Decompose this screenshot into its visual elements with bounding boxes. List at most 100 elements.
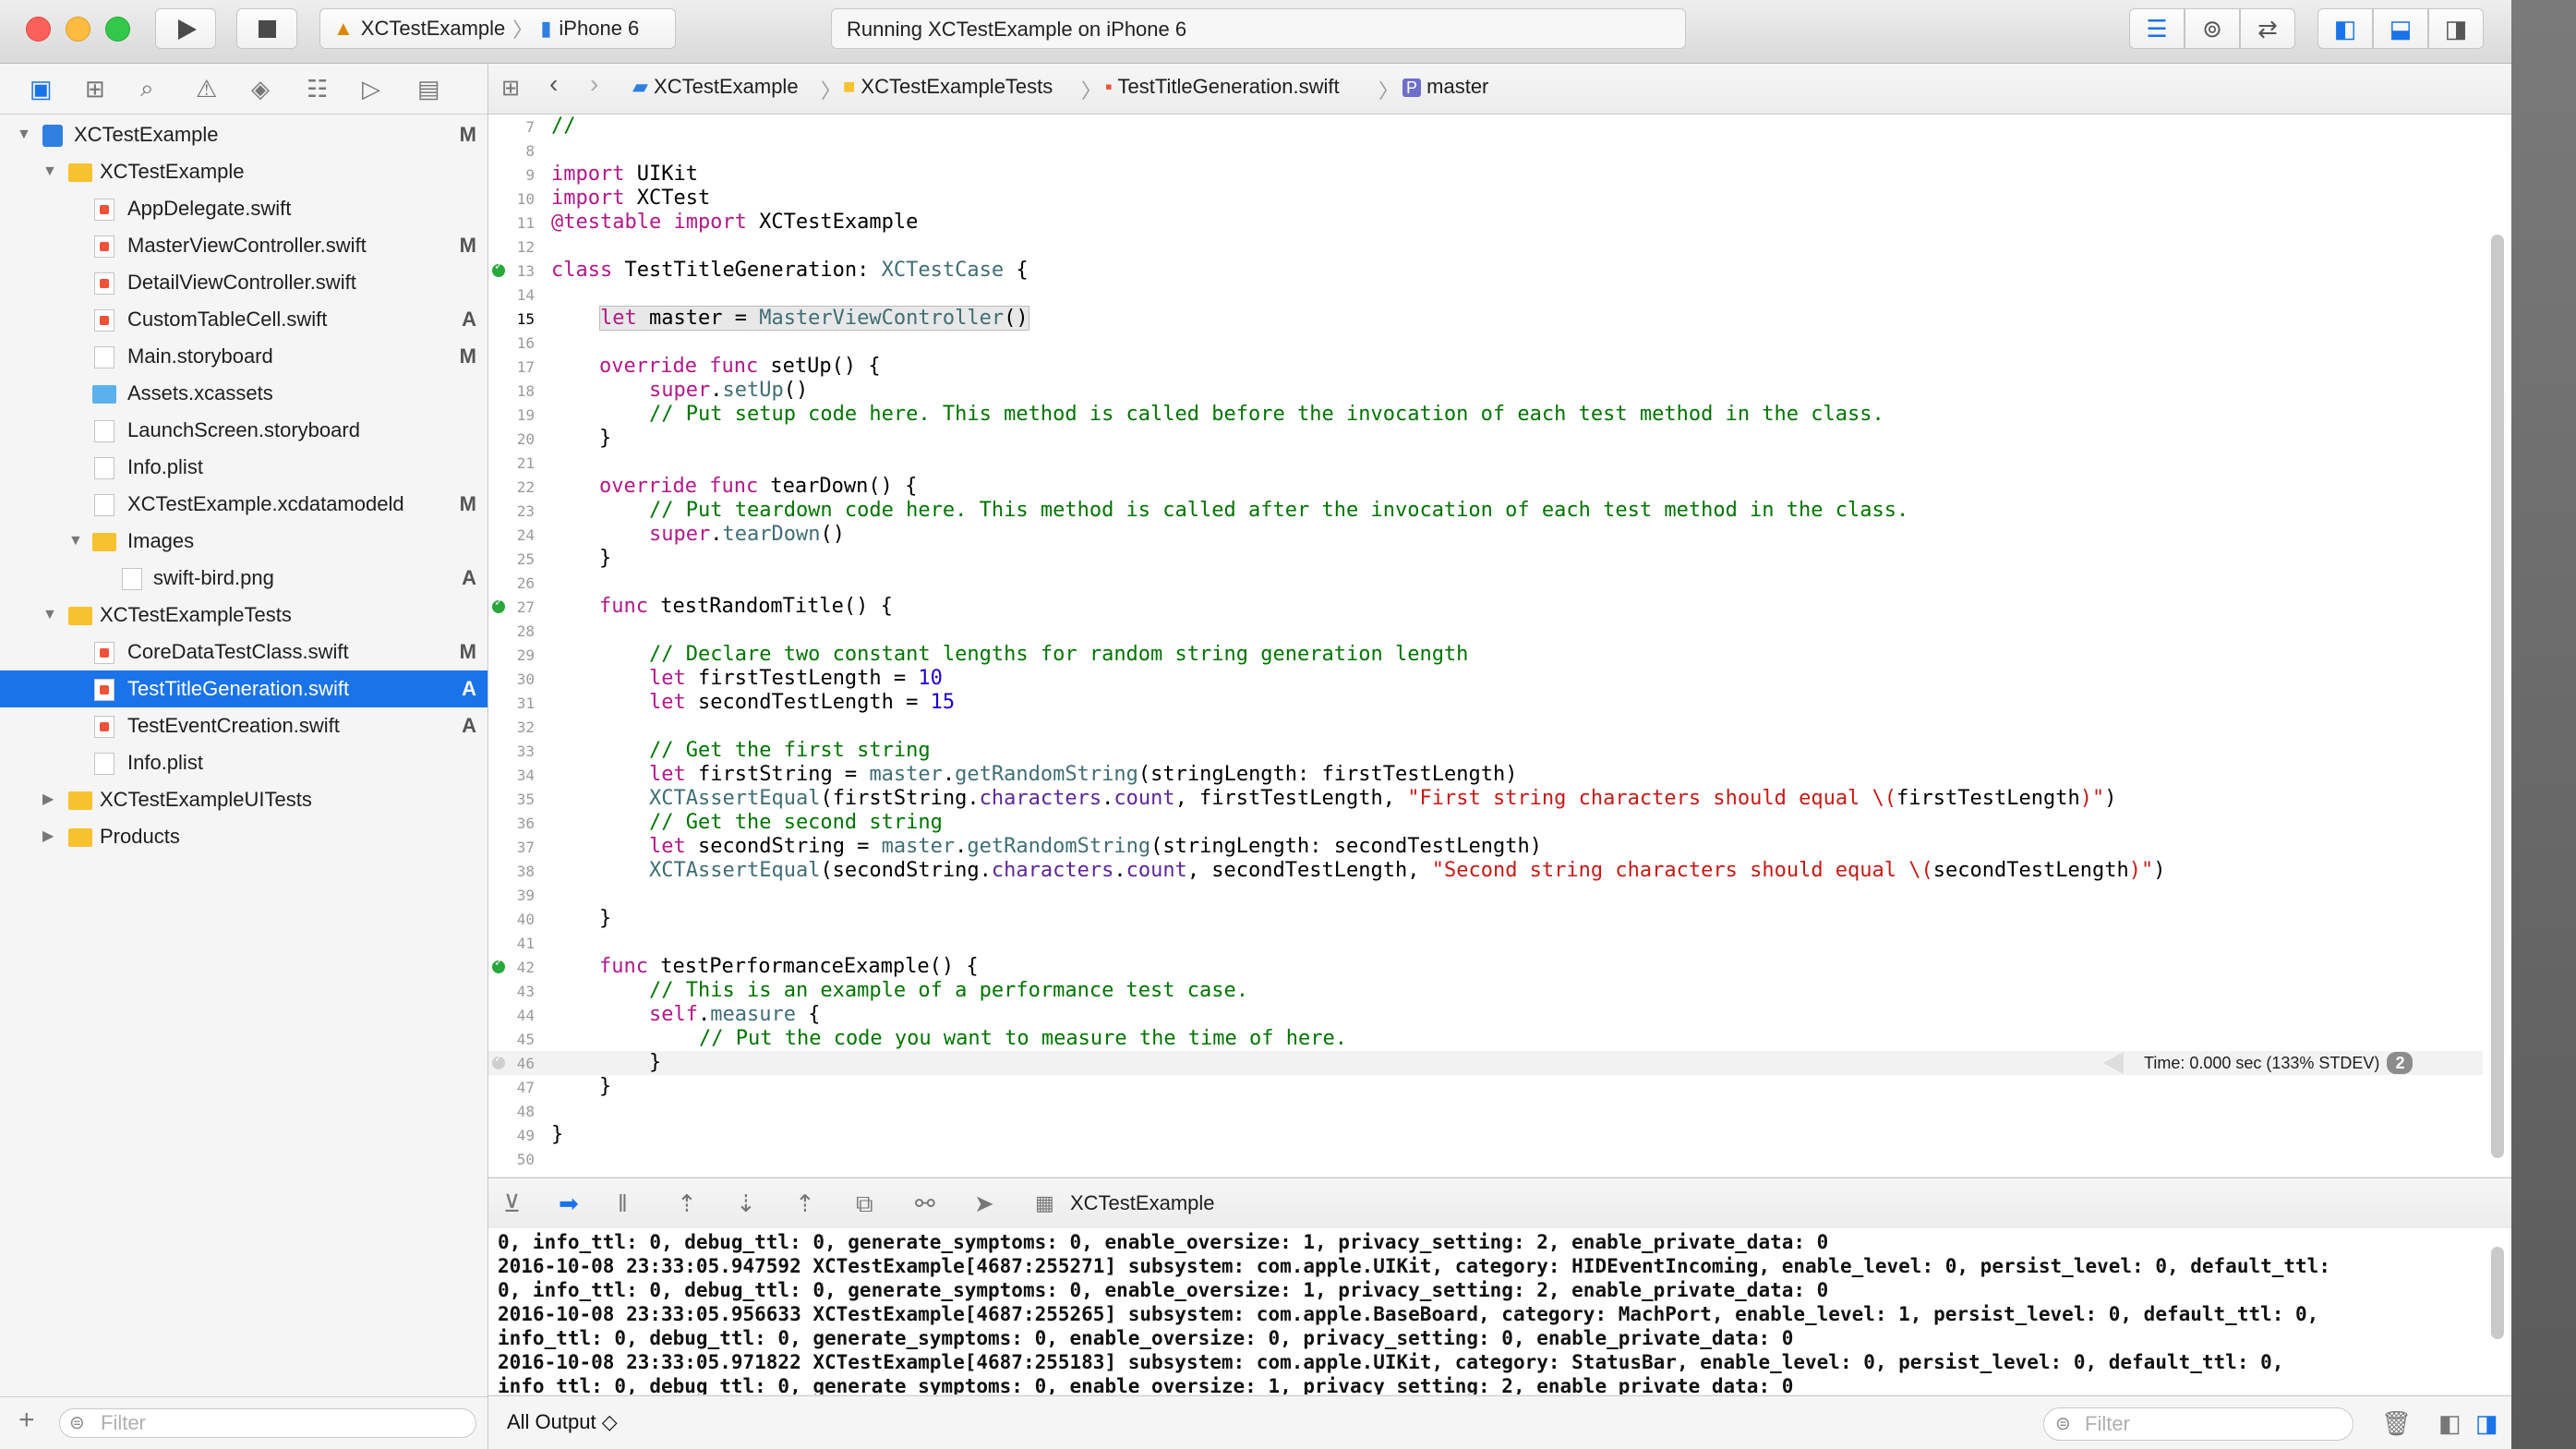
code-line: } <box>649 1051 662 1074</box>
location-icon[interactable]: ➤ <box>974 1189 994 1218</box>
test-icon[interactable]: ◈ <box>251 75 307 103</box>
breadcrumb-group[interactable]: ■ XCTestExampleTests <box>843 75 1053 99</box>
add-file-icon[interactable]: + <box>18 1405 35 1436</box>
breakpoints-toggle-icon[interactable]: ➡ <box>559 1189 579 1218</box>
view-hierarchy-icon[interactable]: ⧉ <box>856 1189 873 1219</box>
code-line: func testPerformanceExample() { <box>599 955 979 979</box>
version-editor-button[interactable]: ⇄ <box>2240 8 2295 49</box>
token: . <box>710 379 723 402</box>
scheme-selector[interactable]: ▲ XCTestExample 〉 ▮ iPhone 6 <box>319 8 676 49</box>
tree-item-project[interactable]: ▼ XCTestExample M <box>0 116 488 153</box>
tree-item-group[interactable]: ▼ XCTestExample <box>0 153 488 190</box>
minimize-window-button[interactable] <box>66 17 90 42</box>
report-icon[interactable]: ▤ <box>417 75 473 103</box>
memory-graph-icon[interactable]: ⚯ <box>915 1189 935 1218</box>
run-button[interactable] <box>155 8 216 49</box>
performance-result[interactable]: Time: 0.000 sec (133% STDEV) 2 <box>2102 1052 2413 1074</box>
pause-icon[interactable]: ‖ <box>618 1189 628 1218</box>
folder-icon[interactable]: ▣ <box>30 75 85 103</box>
tree-item-file[interactable]: Main.storyboard M <box>0 338 488 375</box>
token: XCTAssertEqual <box>649 859 821 882</box>
disclosure-open-icon[interactable]: ▼ <box>68 523 83 560</box>
assistant-editor-button[interactable]: ⊚ <box>2185 8 2240 49</box>
console-line: 0, info_ttl: 0, debug_ttl: 0, generate_s… <box>498 1279 1829 1301</box>
hierarchy-icon[interactable]: ⊞ <box>85 75 140 103</box>
tree-item-file[interactable]: LaunchScreen.storyboard <box>0 412 488 449</box>
trash-icon[interactable]: 🗑 <box>2381 1409 2412 1438</box>
tree-item-file[interactable]: Info.plist <box>0 449 488 486</box>
toggle-navigator-button[interactable]: ◧ <box>2317 8 2373 49</box>
standard-editor-button[interactable]: ☰ <box>2129 8 2185 49</box>
test-pending-icon[interactable] <box>492 1052 505 1069</box>
console-view-icon[interactable]: ◨ <box>2475 1409 2498 1438</box>
close-window-button[interactable] <box>26 17 51 42</box>
forward-arrow-icon[interactable]: › <box>590 69 598 99</box>
code-line: import UIKit <box>551 163 698 187</box>
code-line: super.setUp() <box>649 379 808 403</box>
disclosure-open-icon[interactable]: ▼ <box>17 116 31 153</box>
tree-item-file[interactable]: XCTestExample.xcdatamodeld M <box>0 486 488 523</box>
disclosure-closed-icon[interactable]: ▶ <box>42 818 54 855</box>
hide-debug-area-icon[interactable]: ⊻ <box>503 1189 521 1218</box>
breadcrumb-project[interactable]: ▰ XCTestExample <box>632 75 799 99</box>
filter-icon: ⊜ <box>69 1413 85 1433</box>
tree-item-file[interactable]: Assets.xcassets <box>0 375 488 412</box>
tree-item-group[interactable]: ▼ XCTestExampleTests <box>0 597 488 634</box>
debug-target-label[interactable]: XCTestExample <box>1070 1191 1215 1215</box>
search-icon[interactable]: ⌕ <box>140 74 196 103</box>
test-passed-icon[interactable] <box>492 260 505 277</box>
tree-item-file[interactable]: Info.plist <box>0 744 488 781</box>
disclosure-open-icon[interactable]: ▼ <box>42 597 57 634</box>
test-passed-icon[interactable] <box>492 596 505 613</box>
tree-item-group[interactable]: ▶ XCTestExampleUITests <box>0 781 488 818</box>
console-scrollbar[interactable] <box>2491 1247 2504 1339</box>
disclosure-closed-icon[interactable]: ▶ <box>42 781 54 818</box>
stop-button[interactable] <box>236 8 297 49</box>
storyboard-file-icon <box>94 346 114 368</box>
debug-icon[interactable]: ☷ <box>307 75 362 103</box>
tree-item-file[interactable]: DetailViewController.swift <box>0 264 488 301</box>
tree-item-group[interactable]: ▼ Images <box>0 523 488 560</box>
step-into-icon[interactable]: ⇣ <box>736 1189 756 1218</box>
breadcrumb-file[interactable]: ▪ TestTitleGeneration.swift <box>1105 75 1340 99</box>
related-items-icon[interactable]: ⊞ <box>501 75 520 102</box>
console-filter-input[interactable]: ⊜ Filter <box>2043 1407 2353 1441</box>
token: let <box>649 835 686 858</box>
warning-icon[interactable]: ⚠ <box>196 75 251 103</box>
output-selector[interactable]: All Output ◇ <box>507 1410 618 1434</box>
token: XCTestExample <box>746 211 919 234</box>
tree-item-file[interactable]: swift-bird.png A <box>0 560 488 597</box>
tree-item-file[interactable]: MasterViewController.swift M <box>0 227 488 264</box>
zoom-window-button[interactable] <box>105 17 130 42</box>
scheme-device-label[interactable]: iPhone 6 <box>559 17 639 41</box>
tree-item-group[interactable]: ▶ Products <box>0 818 488 855</box>
left-panel-icon: ◧ <box>2333 14 2357 42</box>
toggle-debug-area-button[interactable]: ⬓ <box>2373 8 2428 49</box>
step-out-icon[interactable]: ⇡ <box>795 1189 815 1218</box>
toggle-utilities-button[interactable]: ◨ <box>2428 8 2484 49</box>
breakpoint-icon[interactable]: ▷ <box>362 75 417 103</box>
console-output[interactable]: 0, info_ttl: 0, debug_ttl: 0, generate_s… <box>488 1228 2511 1395</box>
tree-item-file[interactable]: AppDelegate.swift <box>0 190 488 227</box>
navigator-filter-input[interactable]: ⊜ Filter <box>59 1408 476 1438</box>
tree-item-file[interactable]: CustomTableCell.swift A <box>0 301 488 338</box>
token: ) <box>2104 787 2117 810</box>
step-over-icon[interactable]: ⇡ <box>677 1189 697 1218</box>
code-line: @testable import XCTestExample <box>551 211 918 235</box>
disclosure-open-icon[interactable]: ▼ <box>42 153 57 190</box>
console-line: 2016-10-08 23:33:05.956633 XCTestExample… <box>498 1303 2319 1325</box>
tree-item-file[interactable]: TestEventCreation.swift A <box>0 707 488 744</box>
variables-view-icon[interactable]: ◧ <box>2438 1409 2462 1438</box>
breadcrumb-symbol[interactable]: P master <box>1402 75 1488 99</box>
test-passed-icon[interactable] <box>492 956 505 973</box>
source-editor[interactable]: 7 8 9 10 11 12 13 14 15 16 17 18 19 20 21 22 23 24 25 26 27 2… <box>488 115 2511 1177</box>
editor-scrollbar[interactable] <box>2491 235 2504 1158</box>
code-line: } <box>599 427 612 450</box>
tree-item-label: swift-bird.png <box>153 566 274 589</box>
performance-badge: 2 <box>2387 1052 2413 1074</box>
back-arrow-icon[interactable]: ‹ <box>549 69 558 99</box>
line-number: 29 <box>516 646 535 664</box>
tree-item-file[interactable]: CoreDataTestClass.swift M <box>0 634 488 670</box>
tree-item-file-selected[interactable]: TestTitleGeneration.swift A <box>0 670 488 707</box>
code-line: } <box>599 1075 612 1098</box>
